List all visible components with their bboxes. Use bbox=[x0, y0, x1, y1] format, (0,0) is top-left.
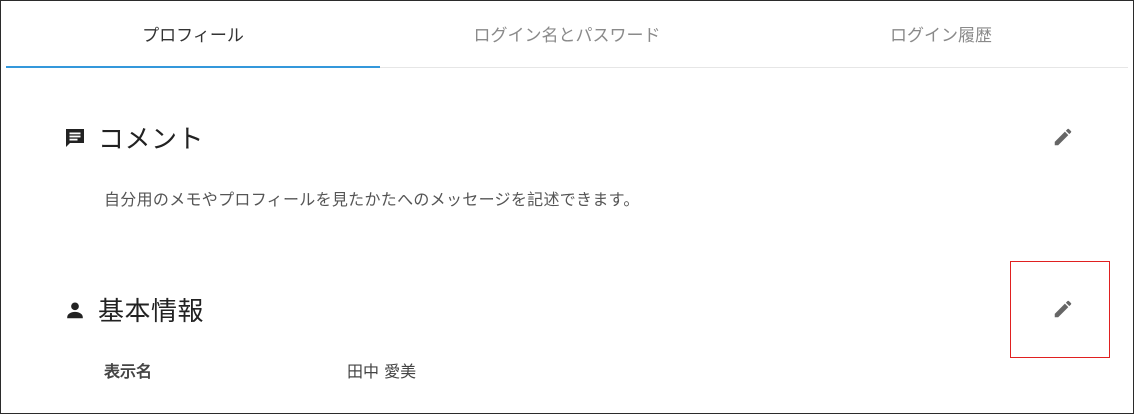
comment-description: 自分用のメモやプロフィールを見たかたへのメッセージを記述できます。 bbox=[104, 190, 640, 209]
comment-section-title: コメント bbox=[98, 125, 205, 155]
display-name-value: 田中 愛美 bbox=[347, 362, 417, 381]
tab-login-history[interactable]: ログイン履歴 bbox=[754, 1, 1128, 67]
tab-profile[interactable]: プロフィール bbox=[6, 1, 380, 68]
field-row-display-name: 表示名 田中 愛美 bbox=[104, 358, 416, 382]
basic-info-section-header: 基本情報 bbox=[62, 291, 204, 328]
pencil-icon bbox=[1052, 126, 1074, 152]
pencil-icon bbox=[1052, 298, 1074, 324]
profile-panel: プロフィール ログイン名とパスワード ログイン履歴 コメント 自分用のメモやプロ… bbox=[0, 0, 1134, 414]
edit-basic-info-button[interactable] bbox=[1048, 296, 1078, 326]
comment-section-header: コメント bbox=[62, 119, 204, 156]
comment-icon bbox=[62, 125, 88, 151]
basic-info-section-title: 基本情報 bbox=[98, 297, 205, 327]
edit-comment-button[interactable] bbox=[1048, 124, 1078, 154]
display-name-label: 表示名 bbox=[104, 362, 153, 381]
tab-bar: プロフィール ログイン名とパスワード ログイン履歴 bbox=[6, 1, 1128, 68]
person-icon bbox=[62, 297, 88, 323]
tab-login-password[interactable]: ログイン名とパスワード bbox=[380, 1, 754, 67]
